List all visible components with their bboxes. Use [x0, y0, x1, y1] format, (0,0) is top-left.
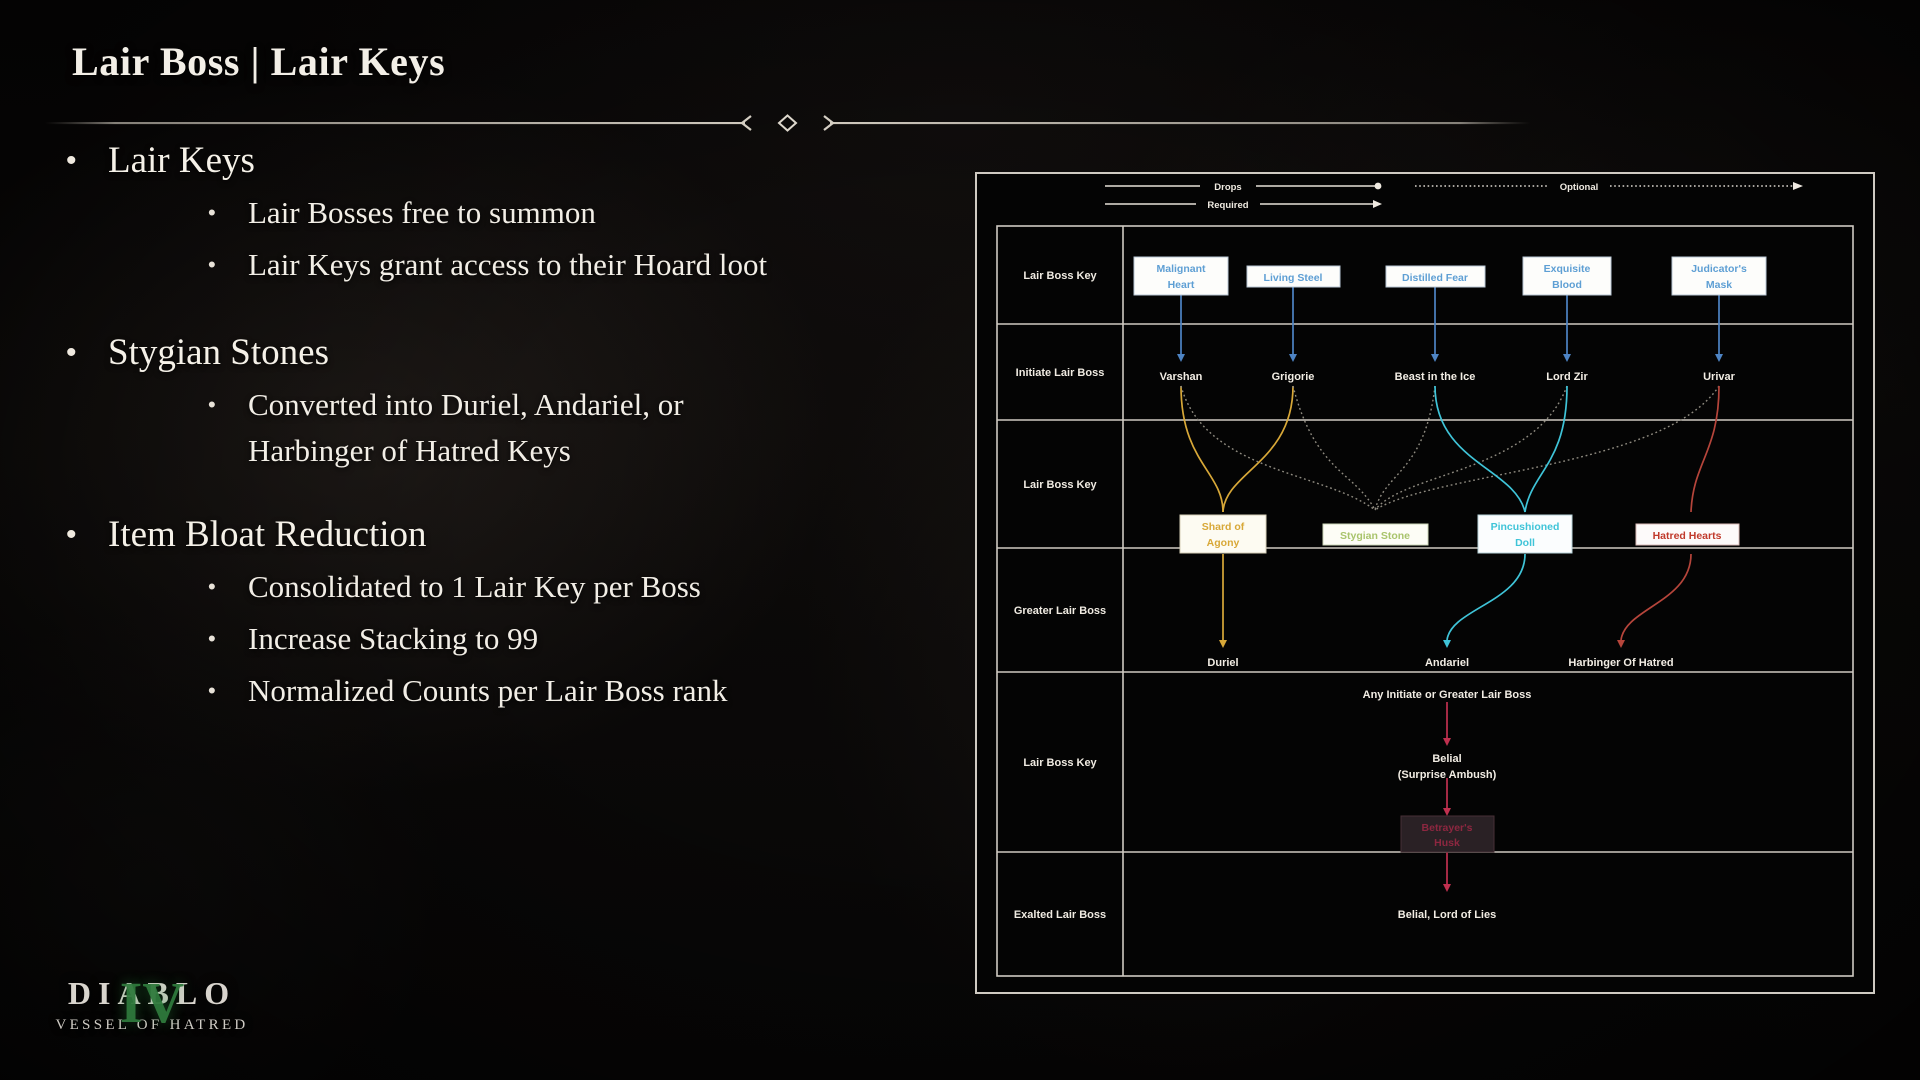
sub-bullet-marker: • — [208, 678, 216, 703]
svg-text:Beast in the Ice: Beast in the Ice — [1395, 371, 1476, 383]
key-item-living-steel: Living Steel — [1246, 265, 1341, 288]
svg-text:Belial, Lord of Lies: Belial, Lord of Lies — [1398, 909, 1496, 921]
svg-text:Harbinger Of Hatred: Harbinger Of Hatred — [1568, 657, 1673, 669]
svg-text:Stygian Stone: Stygian Stone — [1340, 530, 1410, 542]
page-title: Lair Boss | Lair Keys — [72, 39, 446, 84]
bullet-heading: Lair Keys — [108, 140, 255, 181]
svg-text:Duriel: Duriel — [1207, 657, 1238, 669]
svg-text:Doll: Doll — [1515, 537, 1535, 549]
svg-text:Blood: Blood — [1552, 279, 1582, 291]
sub-bullet-text: Lair Keys grant access to their Hoard lo… — [248, 247, 768, 282]
key-item-exquisite-blood: Exquisite Blood — [1522, 256, 1612, 296]
svg-text:Urivar: Urivar — [1703, 371, 1736, 383]
svg-text:Lair Boss Key: Lair Boss Key — [1023, 270, 1097, 282]
sub-bullet: • Lair Bosses free to summon — [208, 190, 896, 236]
sub-bullet-text: Normalized Counts per Lair Boss rank — [248, 673, 728, 708]
svg-text:Optional: Optional — [1560, 182, 1599, 193]
key-item-hatred-hearts: Hatred Hearts — [1635, 523, 1740, 546]
key-item-malignant-heart: Malignant Heart — [1133, 256, 1229, 296]
sub-bullet-text: Increase Stacking to 99 — [248, 621, 539, 656]
sub-bullet: • Consolidated to 1 Lair Key per Boss — [208, 564, 896, 610]
svg-text:Initiate Lair Boss: Initiate Lair Boss — [1016, 367, 1105, 379]
bullet-list: • Lair Keys • Lair Bosses free to summon… — [66, 138, 896, 714]
svg-text:Lair Boss Key: Lair Boss Key — [1023, 757, 1097, 769]
sub-bullet-marker: • — [208, 626, 216, 651]
svg-text:Greater Lair Boss: Greater Lair Boss — [1014, 605, 1106, 617]
svg-text:Varshan: Varshan — [1160, 371, 1203, 383]
sub-bullet-marker: • — [208, 392, 216, 417]
sub-bullet-marker: • — [208, 574, 216, 599]
svg-text:Shard of: Shard of — [1202, 521, 1245, 533]
bullet-marker: • — [66, 518, 77, 551]
svg-text:(Surprise Ambush): (Surprise Ambush) — [1398, 769, 1497, 781]
key-item-distilled-fear: Distilled Fear — [1385, 265, 1486, 288]
sub-bullet-marker: • — [208, 200, 216, 225]
sub-bullet-text-continued: Harbinger of Hatred Keys — [248, 433, 571, 468]
svg-text:Any Initiate or Greater Lair B: Any Initiate or Greater Lair Boss — [1363, 689, 1532, 701]
svg-text:Hatred Hearts: Hatred Hearts — [1653, 530, 1722, 542]
svg-text:Lair Boss Key: Lair Boss Key — [1023, 479, 1097, 491]
svg-text:Required: Required — [1207, 200, 1248, 211]
svg-text:Mask: Mask — [1706, 279, 1732, 291]
svg-text:Malignant: Malignant — [1157, 263, 1207, 275]
sub-bullet-text: Consolidated to 1 Lair Key per Boss — [248, 569, 701, 604]
bullet-marker: • — [66, 144, 77, 177]
svg-text:Living Steel: Living Steel — [1264, 272, 1323, 284]
sub-bullet-marker: • — [208, 252, 216, 277]
row-exalted-lair-boss: Belial, Lord of Lies — [1398, 909, 1496, 921]
key-item-pincushioned-doll: Pincushioned Doll — [1477, 514, 1573, 554]
sub-bullet: • Normalized Counts per Lair Boss rank — [208, 668, 896, 714]
key-item-betrayers-husk: Betrayer's Husk — [1400, 815, 1495, 853]
bullet-group-item-bloat-reduction: • Item Bloat Reduction • Consolidated to… — [66, 512, 896, 714]
svg-text:Drops: Drops — [1214, 182, 1241, 193]
bullet-heading: Stygian Stones — [108, 332, 329, 373]
sub-bullet: • Converted into Duriel, Andariel, or Ha… — [208, 382, 896, 474]
svg-text:Distilled Fear: Distilled Fear — [1402, 272, 1468, 284]
svg-text:Exalted Lair Boss: Exalted Lair Boss — [1014, 909, 1106, 921]
sub-bullet: • Increase Stacking to 99 — [208, 616, 896, 662]
key-item-judicators-mask: Judicator's Mask — [1671, 256, 1767, 296]
svg-text:Husk: Husk — [1434, 837, 1460, 849]
svg-text:Andariel: Andariel — [1425, 657, 1469, 669]
bullet-group-stygian-stones: • Stygian Stones • Converted into Duriel… — [66, 330, 896, 474]
sub-bullet: • Lair Keys grant access to their Hoard … — [208, 242, 896, 288]
svg-text:Pincushioned: Pincushioned — [1491, 521, 1560, 533]
svg-text:Heart: Heart — [1168, 279, 1195, 291]
lair-boss-flow-diagram: Drops Required Optional Lair Boss Key In… — [975, 172, 1875, 994]
svg-text:Grigorie: Grigorie — [1272, 371, 1315, 383]
bullet-marker: • — [66, 336, 77, 369]
logo-numeral: IV — [119, 970, 185, 1035]
bullet-group-lair-keys: • Lair Keys • Lair Bosses free to summon… — [66, 138, 896, 288]
key-item-shard-of-agony: Shard of Agony — [1179, 514, 1267, 554]
title-divider — [45, 112, 1530, 134]
bullet-heading: Item Bloat Reduction — [108, 514, 427, 555]
svg-text:Lord Zir: Lord Zir — [1546, 371, 1588, 383]
svg-text:Betrayer's: Betrayer's — [1422, 822, 1473, 834]
diablo-iv-logo: IV DIABLO VESSEL OF HATRED — [22, 970, 282, 1071]
svg-text:Agony: Agony — [1207, 537, 1240, 549]
sub-bullet-text: Converted into Duriel, Andariel, or — [248, 387, 684, 422]
svg-text:Belial: Belial — [1432, 753, 1461, 765]
svg-text:Exquisite: Exquisite — [1544, 263, 1591, 275]
svg-text:Judicator's: Judicator's — [1691, 263, 1747, 275]
sub-bullet-text: Lair Bosses free to summon — [248, 195, 596, 230]
key-item-stygian-stone: Stygian Stone — [1322, 523, 1429, 546]
